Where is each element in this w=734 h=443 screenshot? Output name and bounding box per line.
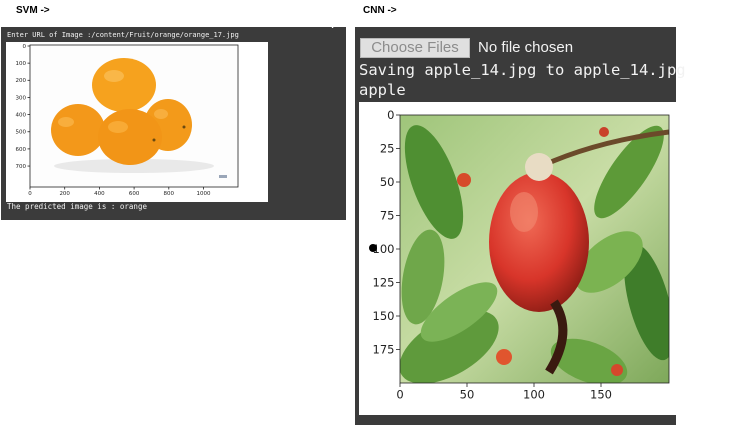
choose-files-button[interactable]: Choose Files xyxy=(360,38,470,58)
cnn-heading: CNN -> xyxy=(363,5,397,16)
no-file-chosen-label: No file chosen xyxy=(478,39,574,56)
saving-file-text: Saving apple_14.jpg to apple_14.jpg xyxy=(359,61,686,79)
svm-heading: SVM -> xyxy=(16,5,50,16)
svm-output-panel: Enter URL of Image :/content/Fruit/orang… xyxy=(1,27,346,220)
svm-image-plot: 0 100 200 300 400 500 600 700 0 200 400 600 800 1000 xyxy=(6,42,268,202)
cnn-y-tick-label: 0 xyxy=(387,108,394,122)
cnn-y-tick-label: 125 xyxy=(373,276,395,290)
svm-x-tick-label: 600 xyxy=(129,191,140,197)
svm-y-tick-label: 600 xyxy=(16,147,27,153)
upload-toolbar: Choose Files No file chosen xyxy=(355,27,734,61)
mouse-cursor xyxy=(369,244,377,252)
cnn-y-tick-label: 150 xyxy=(373,309,395,323)
svm-y-tick-label: 700 xyxy=(16,164,27,170)
svm-url-prompt: Enter URL of Image :/content/Fruit/orang… xyxy=(7,31,239,39)
cnn-y-tick-label: 50 xyxy=(380,175,395,189)
svm-y-tick-label: 500 xyxy=(16,130,27,136)
cnn-x-tick-label: 100 xyxy=(523,388,545,402)
svm-y-tick-label: 400 xyxy=(16,113,27,119)
svm-x-tick-label: 200 xyxy=(59,191,70,197)
svm-y-tick-label: 100 xyxy=(16,61,27,67)
svm-y-tick-label: 300 xyxy=(16,95,27,101)
cnn-prediction-text: apple xyxy=(359,81,406,99)
cnn-image-plot: 0255075100125150175 0 50 100 150 xyxy=(359,102,677,415)
svm-x-tick-label: 1000 xyxy=(197,191,211,197)
svm-x-tick-label: 800 xyxy=(164,191,175,197)
upload-button[interactable]: Upload xyxy=(320,11,368,31)
cnn-output-panel: Choose Files No file chosen Saving apple… xyxy=(355,27,686,425)
svm-y-tick-label: 0 xyxy=(23,44,27,50)
svm-x-tick-label: 0 xyxy=(28,191,32,197)
svm-prediction-text: The predicted image is : orange xyxy=(7,202,147,211)
cnn-x-tick-label: 0 xyxy=(396,388,403,402)
apple-image xyxy=(400,115,669,383)
cnn-y-tick-label: 175 xyxy=(373,343,395,357)
cnn-y-tick-label: 25 xyxy=(380,142,395,156)
svm-x-tick-label: 400 xyxy=(94,191,105,197)
cnn-x-tick-label: 50 xyxy=(460,388,475,402)
cnn-x-tick-label: 150 xyxy=(590,388,612,402)
svm-y-tick-label: 200 xyxy=(16,78,27,84)
cnn-y-tick-label: 75 xyxy=(380,209,395,223)
